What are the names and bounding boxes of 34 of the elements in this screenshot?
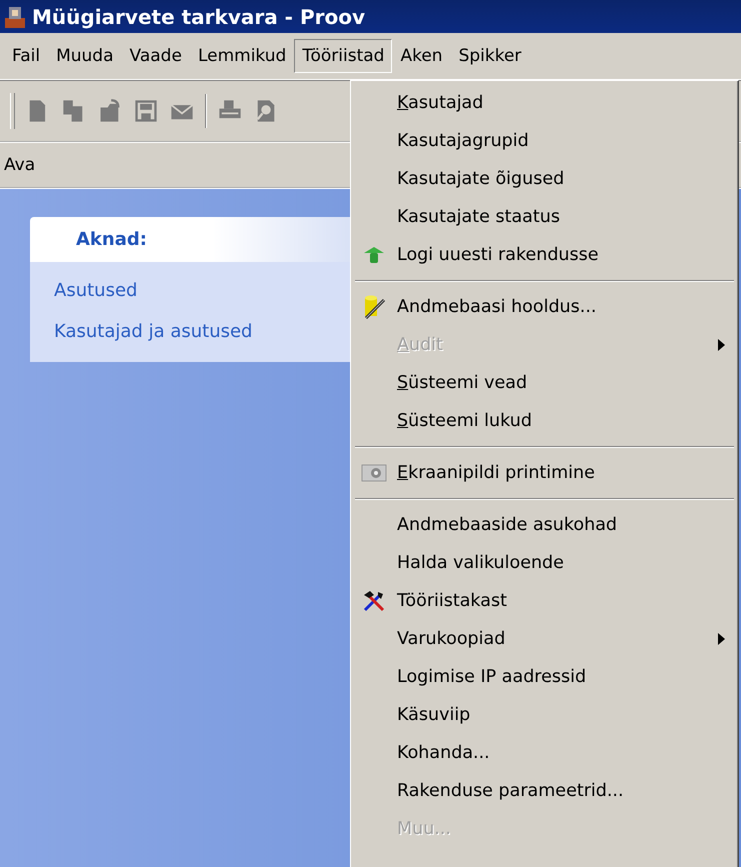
menu-bar-item[interactable]: Lemmikud (190, 39, 294, 73)
menu-bar-item[interactable]: Fail (4, 39, 48, 73)
save-icon[interactable] (133, 98, 159, 124)
menu-item[interactable]: Käsuviip (351, 696, 738, 734)
menu-item[interactable]: Kasutajate õigused (351, 160, 738, 198)
window-title: Müügiarvete tarkvara - Proov (32, 4, 365, 28)
submenu-arrow-icon (716, 338, 726, 352)
menu-item[interactable]: Andmebaaside asukohad (351, 506, 738, 544)
menu-bar-item[interactable]: Tööriistad (294, 39, 392, 73)
menu-item[interactable]: Logi uuesti rakendusse (351, 236, 738, 274)
open-action[interactable]: Ava (4, 155, 36, 175)
hammer-wrench-icon (362, 589, 386, 613)
menu-item[interactable]: Andmebaasi hooldus... (351, 288, 738, 326)
panel-link[interactable]: Asutused (54, 280, 138, 301)
menu-item[interactable]: Logimise IP aadressid (351, 658, 738, 696)
menu-item[interactable]: Tööriistakast (351, 582, 738, 620)
menu-item[interactable]: Kasutajate staatus (351, 198, 738, 236)
panel-title: Aknad: (76, 229, 147, 250)
panel-link[interactable]: Kasutajad ja asutused (54, 321, 252, 342)
menu-item[interactable]: Varukoopiad (351, 620, 738, 658)
menu-item[interactable]: Halda valikuloende (351, 544, 738, 582)
menu-bar-item[interactable]: Vaade (122, 39, 190, 73)
menu-item[interactable]: Kasutajad (351, 84, 738, 122)
menu-bar-item[interactable]: Muuda (48, 39, 122, 73)
menu-item[interactable]: Süsteemi lukud (351, 402, 738, 440)
menu-bar-item[interactable]: Spikker (450, 39, 530, 73)
menu-item[interactable]: Kasutajagrupid (351, 122, 738, 160)
submenu-arrow-icon (716, 632, 726, 646)
menu-item[interactable]: Ekraanipildi printimine (351, 454, 738, 492)
menu-item[interactable]: Rakenduse parameetrid... (351, 772, 738, 810)
camera-icon (360, 463, 388, 483)
menu-item[interactable]: Süsteemi vead (351, 364, 738, 402)
menu-bar-item[interactable]: Aken (392, 39, 451, 73)
menu-item[interactable]: Kohanda... (351, 734, 738, 772)
